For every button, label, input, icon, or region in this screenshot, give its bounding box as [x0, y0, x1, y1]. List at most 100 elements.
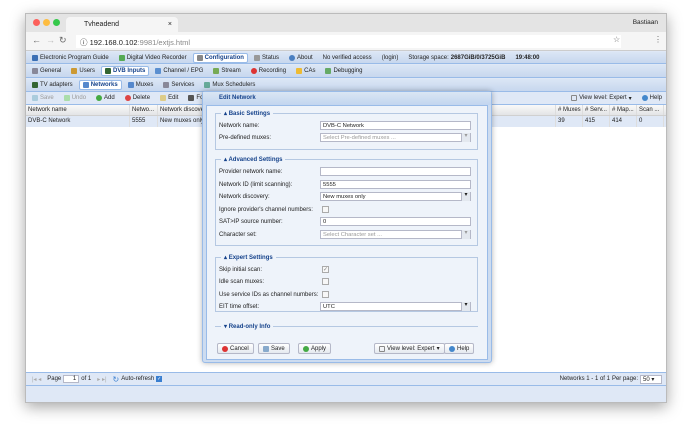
- per-page-select[interactable]: 50 ▾: [640, 374, 662, 384]
- close-window-button[interactable]: [33, 19, 40, 26]
- paging-toolbar: |◂ ◂ Page 1 of 1 ▸ ▸| ↻ Auto-refresh ✓ N…: [26, 372, 666, 386]
- cell-mapped: 414: [610, 116, 637, 127]
- login-link[interactable]: (login): [378, 53, 403, 63]
- cell-services: 415: [583, 116, 610, 127]
- network-name-label: Network name:: [219, 123, 260, 129]
- tab-cas[interactable]: CAs: [292, 66, 319, 76]
- network-discovery-select[interactable]: New muxes only: [320, 192, 471, 201]
- cancel-button[interactable]: Cancel: [217, 343, 254, 354]
- close-tab-icon[interactable]: ×: [168, 21, 172, 28]
- tab-dvb-inputs[interactable]: DVB Inputs: [101, 66, 150, 76]
- basic-settings-fieldset: [215, 113, 478, 150]
- advanced-settings-legend[interactable]: ▴ Advanced Settings: [221, 156, 286, 163]
- tab-status[interactable]: Status: [250, 53, 283, 63]
- back-icon[interactable]: ←: [32, 35, 41, 45]
- auto-refresh-label: Auto-refresh: [121, 376, 155, 382]
- cell-muxes: 39: [556, 116, 583, 127]
- tab-users[interactable]: Users: [67, 66, 99, 76]
- network-id-input[interactable]: 5555: [320, 180, 471, 189]
- save-button[interactable]: Save: [28, 93, 58, 103]
- col-services[interactable]: # Serv...: [583, 105, 610, 115]
- auto-refresh-checkbox[interactable]: ✓: [156, 376, 163, 382]
- readonly-info-legend[interactable]: ▾ Read-only Info: [221, 323, 274, 330]
- view-level-dropdown[interactable]: View level: Expert ▾: [567, 93, 636, 104]
- col-mapped[interactable]: # Map...: [610, 105, 637, 115]
- help-button[interactable]: Help: [638, 93, 666, 103]
- dialog-body: ▴ Basic Settings Network name: DVB-C Net…: [206, 105, 488, 360]
- tab-epg[interactable]: Electronic Program Guide: [28, 53, 113, 63]
- predefined-muxes-select[interactable]: Select Pre-defined muxes ...: [320, 133, 471, 142]
- clock: 19:48:00: [515, 54, 540, 61]
- paging-summary: Networks 1 - 1 of 1: [559, 376, 610, 382]
- refresh-icon[interactable]: ↻: [113, 375, 120, 384]
- predefined-muxes-label: Pre-defined muxes:: [219, 135, 272, 141]
- tab-title: Tvheadend: [84, 21, 120, 28]
- edit-network-dialog: Edit Network ▴ Basic Settings Network na…: [202, 91, 492, 363]
- tab-services[interactable]: Services: [159, 80, 198, 90]
- provider-network-name-input[interactable]: [320, 167, 471, 176]
- idle-scan-checkbox[interactable]: [322, 278, 329, 285]
- add-button[interactable]: Add: [92, 93, 119, 103]
- menu-icon[interactable]: ⋮: [654, 35, 662, 44]
- col-network-id[interactable]: Netwo...: [130, 105, 158, 115]
- page-count: of 1: [81, 376, 92, 382]
- col-network-name[interactable]: Network name: [26, 105, 130, 115]
- browser-tabbar: Tvheadend × Bastiaan: [26, 14, 666, 32]
- ignore-channel-numbers-checkbox[interactable]: [322, 206, 329, 213]
- edit-button[interactable]: Edit: [156, 93, 182, 103]
- character-set-select[interactable]: Select Character set ...: [320, 230, 471, 239]
- eit-offset-select[interactable]: UTC: [320, 302, 471, 311]
- url-path: :9981/extjs.html: [137, 38, 191, 47]
- tab-muxes[interactable]: Muxes: [124, 80, 158, 90]
- expert-settings-legend[interactable]: ▴ Expert Settings: [221, 254, 276, 261]
- character-set-label: Character set:: [219, 232, 257, 238]
- skip-initial-scan-checkbox[interactable]: ✓: [322, 266, 329, 273]
- basic-settings-legend[interactable]: ▴ Basic Settings: [221, 110, 274, 117]
- tab-configuration[interactable]: Configuration: [192, 52, 248, 63]
- reload-icon[interactable]: ↻: [59, 35, 67, 46]
- tab-mux-schedulers[interactable]: Mux Schedulers: [200, 80, 259, 90]
- browser-tab[interactable]: Tvheadend ×: [66, 17, 178, 32]
- page-input[interactable]: 1: [63, 375, 80, 383]
- tab-stream[interactable]: Stream: [209, 66, 244, 76]
- delete-button[interactable]: Delete: [121, 93, 154, 103]
- profile-name[interactable]: Bastiaan: [633, 19, 658, 26]
- config-tabs: General Users DVB Inputs Channel / EPG S…: [26, 65, 666, 78]
- save-button[interactable]: Save: [258, 343, 290, 354]
- bookmark-star-icon[interactable]: ☆: [613, 35, 620, 44]
- per-page-label: Per page:: [611, 376, 638, 382]
- satip-source-input[interactable]: 0: [320, 217, 471, 226]
- eit-offset-label: EIT time offset:: [219, 304, 260, 310]
- col-muxes[interactable]: # Muxes: [556, 105, 583, 115]
- access-status: No verified access: [322, 54, 372, 61]
- tab-general[interactable]: General: [28, 66, 65, 76]
- minimize-window-button[interactable]: [43, 19, 50, 26]
- provider-network-name-label: Provider network name:: [219, 169, 283, 175]
- network-name-input[interactable]: DVB-C Network: [320, 121, 471, 130]
- tab-debugging[interactable]: Debugging: [321, 66, 366, 76]
- browser-window: Tvheadend × Bastiaan ← → ↻ ⓘ 192.168.0.10…: [25, 13, 667, 403]
- service-ids-checkbox[interactable]: [322, 291, 329, 298]
- view-level-button[interactable]: View level: Expert ▾: [374, 343, 445, 354]
- help-button[interactable]: Help: [444, 343, 475, 354]
- skip-initial-scan-label: Skip initial scan:: [219, 267, 263, 273]
- first-page-button[interactable]: |◂ ◂: [28, 374, 45, 385]
- col-scan[interactable]: Scan ...: [637, 105, 664, 115]
- undo-button[interactable]: Undo: [60, 93, 90, 103]
- network-discovery-label: Network discovery:: [219, 194, 270, 200]
- idle-scan-label: Idle scan muxes:: [219, 279, 265, 285]
- tab-dvr[interactable]: Digital Video Recorder: [115, 53, 191, 63]
- maximize-window-button[interactable]: [53, 19, 60, 26]
- tab-channel-epg[interactable]: Channel / EPG: [151, 66, 207, 76]
- tab-about[interactable]: About: [285, 53, 317, 63]
- tab-networks[interactable]: Networks: [78, 80, 122, 90]
- dialog-title[interactable]: Edit Network: [203, 92, 491, 105]
- cell-id: 5555: [130, 116, 158, 127]
- apply-button[interactable]: Apply: [298, 343, 332, 354]
- tab-tv-adapters[interactable]: TV adapters: [28, 80, 77, 90]
- next-page-button[interactable]: ▸ ▸|: [93, 374, 110, 385]
- tab-recording[interactable]: Recording: [247, 66, 290, 76]
- url-input[interactable]: ⓘ 192.168.0.102:9981/extjs.html: [76, 35, 621, 48]
- service-ids-label: Use service IDs as channel numbers:: [219, 292, 319, 298]
- forward-icon[interactable]: →: [46, 35, 55, 45]
